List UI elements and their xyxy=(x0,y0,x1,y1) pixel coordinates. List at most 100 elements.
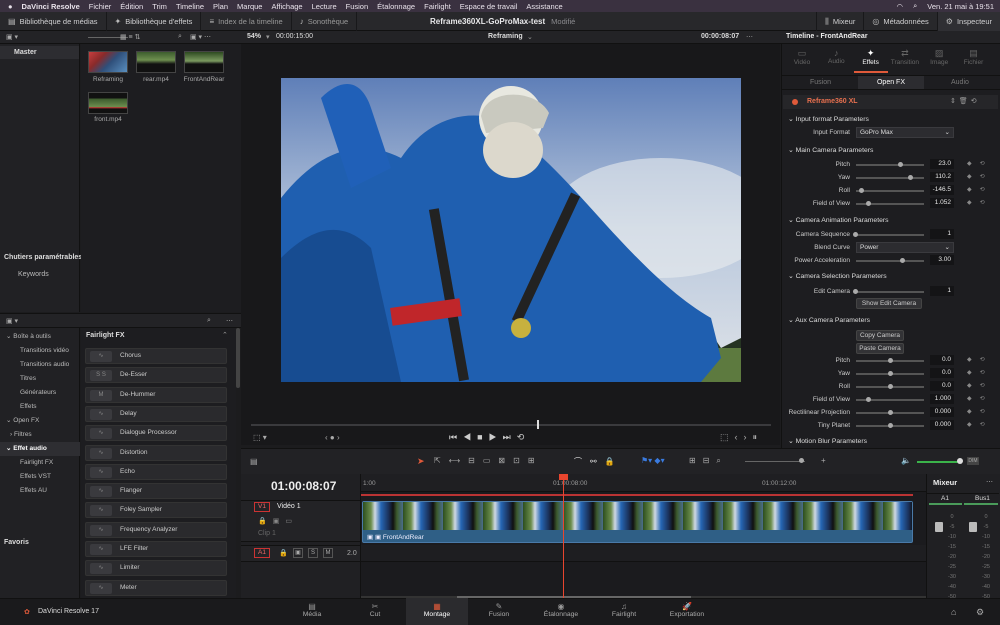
section-aux-camera[interactable]: ⌄ Aux Camera Parameters xyxy=(788,316,870,324)
slider-knob[interactable] xyxy=(908,175,913,180)
keyframe-reset-icons[interactable]: ◆⟲ xyxy=(967,356,993,363)
keyframe-reset-icons[interactable]: ◆⟲ xyxy=(967,186,993,193)
zoom-slider[interactable] xyxy=(745,461,805,462)
clip-thumbnail[interactable] xyxy=(184,51,224,73)
menu-item[interactable]: Lecture xyxy=(312,2,337,11)
panel-toggle-icon[interactable]: ▣ ▾ xyxy=(6,33,18,41)
keyframe-reset-icons[interactable]: ◆⟲ xyxy=(967,395,993,402)
panel-toggle-icon[interactable]: ▣ ▾ xyxy=(6,317,18,325)
slider-knob[interactable] xyxy=(888,410,893,415)
chevron-down-icon[interactable]: ▾ xyxy=(266,33,270,41)
slider-knob[interactable] xyxy=(888,371,893,376)
paste-camera-button[interactable]: Paste Camera xyxy=(856,343,904,354)
slider-knob[interactable] xyxy=(888,358,893,363)
zoom-in-icon[interactable]: + xyxy=(821,456,826,465)
menu-app[interactable]: DaVinci Resolve xyxy=(22,2,80,11)
param-value[interactable]: 1.000 xyxy=(930,394,954,404)
tree-fairlight-fx[interactable]: Fairlight FX xyxy=(0,456,80,470)
search-icon[interactable]: ⌕ xyxy=(178,33,182,41)
page-tab-4[interactable]: ◉ Étalonnage xyxy=(530,598,592,625)
page-tab-3[interactable]: ✎ Fusion xyxy=(468,598,530,625)
tree-generators[interactable]: Générateurs xyxy=(0,386,80,400)
slider-knob[interactable] xyxy=(866,397,871,402)
chevron-down-icon[interactable]: ⌄ xyxy=(527,33,533,41)
keywords-bin[interactable]: Keywords xyxy=(18,271,49,278)
chevron-up-icon[interactable]: ⌃ xyxy=(222,331,228,339)
metadata-button[interactable]: ◎ Métadonnées xyxy=(864,12,938,31)
menu-item[interactable]: Espace de travail xyxy=(460,2,518,11)
page-tab-1[interactable]: ✂ Cut xyxy=(344,598,406,625)
slider-knob[interactable] xyxy=(900,258,905,263)
transform-icon[interactable]: ⬚ ▾ xyxy=(253,433,267,442)
menu-item[interactable]: Fusion xyxy=(346,2,369,11)
page-tab-0[interactable]: ▤ Média xyxy=(281,598,343,625)
page-tab-2[interactable]: ▦ Montage xyxy=(406,598,468,625)
search-icon[interactable]: ⌕ xyxy=(913,1,917,11)
clip-thumbnail[interactable] xyxy=(88,51,128,73)
settings-icon[interactable]: ⚙ xyxy=(976,607,984,618)
grid-view-icon[interactable]: ▦ ≡ ⇅ xyxy=(120,33,140,41)
more-icon[interactable]: ⋯ xyxy=(746,33,753,41)
tree-effects[interactable]: Effets xyxy=(0,400,80,414)
fx-item[interactable]: ∿ Flanger xyxy=(85,483,227,500)
dim-button[interactable]: DIM xyxy=(967,457,979,465)
edit-tools[interactable]: ⇱⟷⊟▭⊠⊡⊞ xyxy=(434,456,543,465)
section-input-format[interactable]: ⌄ Input format Parameters xyxy=(788,115,869,123)
inspector-tab-1[interactable]: ♪ Audio xyxy=(819,47,853,73)
fx-item[interactable]: ∿ Chorus xyxy=(85,348,227,364)
timeline-index-button[interactable]: ≡ Index de la timeline xyxy=(201,11,292,31)
menu-item[interactable]: Fairlight xyxy=(424,2,451,11)
clip-thumbnail[interactable] xyxy=(88,92,128,114)
tree-toolbox[interactable]: ⌄ Boîte à outils xyxy=(0,330,80,344)
slider-knob[interactable] xyxy=(888,423,893,428)
clock[interactable]: Ven. 21 mai à 19:51 xyxy=(927,2,994,11)
inspector-tab-4[interactable]: ▨ Image xyxy=(922,47,956,73)
sound-library-button[interactable]: ♪ Sonothèque xyxy=(292,11,358,31)
param-value[interactable]: 1.052 xyxy=(930,198,954,208)
track-id-v1[interactable]: V1 xyxy=(254,502,270,512)
inspector-tab-2[interactable]: ✦ Effets xyxy=(853,47,888,73)
param-value[interactable]: 0.0 xyxy=(930,368,954,378)
slider-knob[interactable] xyxy=(853,289,858,294)
fx-item[interactable]: S S De-Esser xyxy=(85,367,227,384)
inspector-tab-0[interactable]: ▭ Vidéo xyxy=(785,47,819,73)
video-track-name[interactable]: Vidéo 1 xyxy=(277,503,301,510)
camera-sequence-slider[interactable] xyxy=(856,234,924,236)
inspector-button[interactable]: ⚙ Inspecteur xyxy=(937,12,1000,31)
menu-item[interactable]: Assistance xyxy=(526,2,562,11)
subtab-openfx[interactable]: Open FX xyxy=(858,76,924,89)
tree-open-fx[interactable]: ⌄ Open FX xyxy=(0,414,80,428)
volume-slider[interactable] xyxy=(917,461,961,463)
edit-camera-slider[interactable] xyxy=(856,291,924,293)
playhead-handle[interactable] xyxy=(559,474,568,480)
menu-item[interactable]: Marque xyxy=(237,2,262,11)
bin-master[interactable]: Master xyxy=(0,46,79,59)
input-format-dropdown[interactable]: GoPro Max ⌄ xyxy=(856,127,954,138)
menu-item[interactable]: Trim xyxy=(152,2,167,11)
param-slider[interactable] xyxy=(856,164,924,166)
fx-item[interactable]: ∿ Frequency Analyzer xyxy=(85,521,227,538)
zoom-knob[interactable] xyxy=(799,458,804,463)
keyframe-reset-icons[interactable]: ◆⟲ xyxy=(967,421,993,428)
fx-item[interactable]: ∿ Limiter xyxy=(85,560,227,577)
clip-thumbnail[interactable] xyxy=(136,51,176,73)
param-value[interactable]: -146.5 xyxy=(930,185,954,195)
inspector-tab-5[interactable]: ▤ Fichier xyxy=(957,47,991,73)
page-tab-6[interactable]: 🚀 Exportation xyxy=(656,598,718,625)
mixer-button[interactable]: ⫼ Mixeur xyxy=(816,12,865,31)
copy-camera-button[interactable]: Copy Camera xyxy=(856,330,904,341)
solo-button[interactable]: S xyxy=(308,548,318,558)
section-camera-animation[interactable]: ⌄ Camera Animation Parameters xyxy=(788,216,889,224)
scrub-bar[interactable] xyxy=(251,424,771,426)
power-accel-slider[interactable] xyxy=(856,260,924,262)
param-value[interactable]: 23.0 xyxy=(930,159,954,169)
fx-item[interactable]: ∿ Meter xyxy=(85,579,227,596)
fx-item[interactable]: ∿ LFE Filter xyxy=(85,541,227,557)
tree-audio-transitions[interactable]: Transitions audio xyxy=(0,358,80,372)
snap-link-tools[interactable]: ⌒⚯🔒 xyxy=(574,456,623,467)
menu-item[interactable]: Édition xyxy=(120,2,143,11)
param-value[interactable]: 0.000 xyxy=(930,420,954,430)
more-icon[interactable]: ⋯ xyxy=(986,478,993,486)
playhead[interactable] xyxy=(563,474,564,598)
volume-knob[interactable] xyxy=(957,458,963,464)
